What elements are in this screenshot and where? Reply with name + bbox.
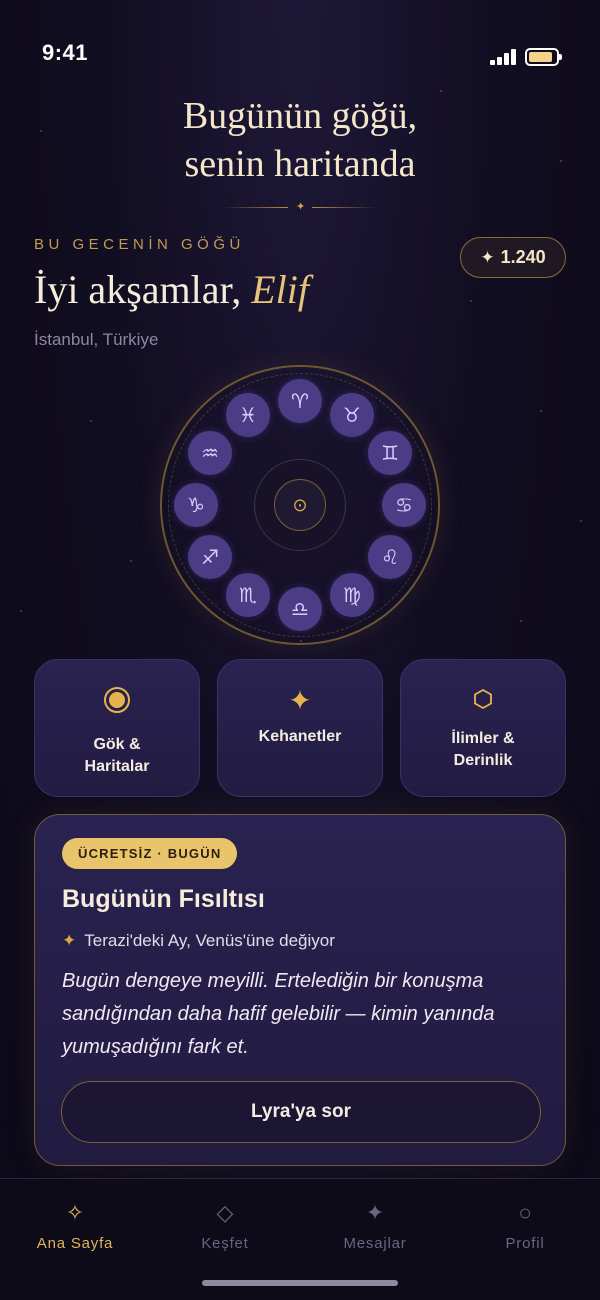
sun-icon[interactable]: ⊙ (274, 479, 326, 531)
zodiac-wheel[interactable]: ⊙ ♈ ♉ ♊ ♋ ♌ ♍ ♎ ♏ ♐ ♑ ♒ ♓ (160, 365, 440, 645)
whisper-transit: ✦ Terazi'deki Ay, Venüs'üne değiyor (62, 931, 335, 950)
tab-profile[interactable]: ○ Profil (465, 1199, 585, 1252)
zodiac-sign-leo[interactable]: ♌ (368, 535, 413, 579)
hero-title-line1: Bugünün göğü, (182, 95, 418, 137)
feature-label: Gök & Haritalar (84, 736, 150, 775)
ornament-divider: ✦ (222, 201, 378, 213)
user-location: İstanbul, Türkiye (34, 330, 159, 349)
feature-card-sky-charts[interactable]: Gök & Haritalar (34, 659, 200, 797)
zodiac-sign-pisces[interactable]: ♓ (226, 392, 270, 437)
zodiac-sign-taurus[interactable]: ♉ (330, 392, 374, 437)
whisper-body: Bugün dengeye meyilli. Ertelediğin bir k… (62, 970, 495, 1058)
hero-title-line2: senin haritanda (184, 143, 416, 185)
battery-icon (525, 48, 562, 66)
zodiac-sign-aquarius[interactable]: ♒ (187, 431, 232, 475)
credits-badge[interactable]: ✦ 1.240 (460, 237, 566, 278)
zodiac-sign-scorpio[interactable]: ♏ (226, 573, 270, 618)
credits-value: 1.240 (500, 247, 546, 267)
home-indicator (202, 1280, 398, 1286)
cellular-signal-icon (490, 49, 518, 65)
hero-title: Bugünün göğü, senin haritanda (0, 92, 600, 188)
greeting-heading: İyi akşamlar, Elif (34, 266, 309, 313)
diamond-outline-icon: ◇ (216, 1200, 234, 1225)
zodiac-sign-capricorn[interactable]: ♑ (174, 483, 218, 527)
hexagon-icon (401, 688, 565, 715)
sparkle-icon: ✦ (296, 201, 306, 213)
feature-label: Kehanetler (258, 728, 342, 745)
sparkle-outline-icon: ✧ (65, 1200, 85, 1225)
zodiac-sign-aries[interactable]: ♈ (278, 379, 322, 423)
feature-card-predictions[interactable]: ✦ Kehanetler (217, 659, 383, 797)
daily-whisper-card: ÜCRETSİZ · BUGÜN Bugünün Fısıltısı ✦ Tera… (34, 814, 566, 1166)
feature-label: İlimler & Derinlik (451, 730, 515, 769)
zodiac-sign-cancer[interactable]: ♋ (382, 483, 426, 527)
four-point-star-icon: ✦ (288, 685, 312, 716)
section-eyebrow: BU GECENİN GÖĞÜ (34, 236, 245, 253)
zodiac-sign-sagittarius[interactable]: ♐ (187, 535, 232, 579)
tab-messages[interactable]: ✦ Mesajlar (315, 1199, 435, 1252)
sparkle-icon: ✦ (62, 931, 77, 950)
whisper-title: Bugünün Fısıltısı (62, 885, 265, 913)
ask-lyra-button[interactable]: Lyra'ya sor (61, 1081, 541, 1143)
greeting-salutation: İyi akşamlar, (34, 267, 242, 312)
tab-home[interactable]: ✧ Ana Sayfa (15, 1199, 135, 1252)
four-point-star-icon: ✦ (365, 1200, 385, 1225)
sparkle-icon: ✦ (480, 247, 495, 267)
zodiac-sign-virgo[interactable]: ♍ (330, 573, 374, 618)
free-today-badge: ÜCRETSİZ · BUGÜN (62, 838, 238, 869)
feature-card-sciences[interactable]: İlimler & Derinlik (400, 659, 566, 797)
orb-icon (35, 686, 199, 719)
status-time: 9:41 (42, 40, 89, 65)
zodiac-sign-gemini[interactable]: ♊ (368, 431, 413, 475)
circle-outline-icon: ○ (518, 1200, 532, 1225)
greeting-name: Elif (251, 267, 309, 312)
status-bar: 9:41 (0, 0, 600, 90)
tab-explore[interactable]: ◇ Keşfet (165, 1199, 285, 1252)
zodiac-sign-libra[interactable]: ♎ (278, 587, 322, 631)
